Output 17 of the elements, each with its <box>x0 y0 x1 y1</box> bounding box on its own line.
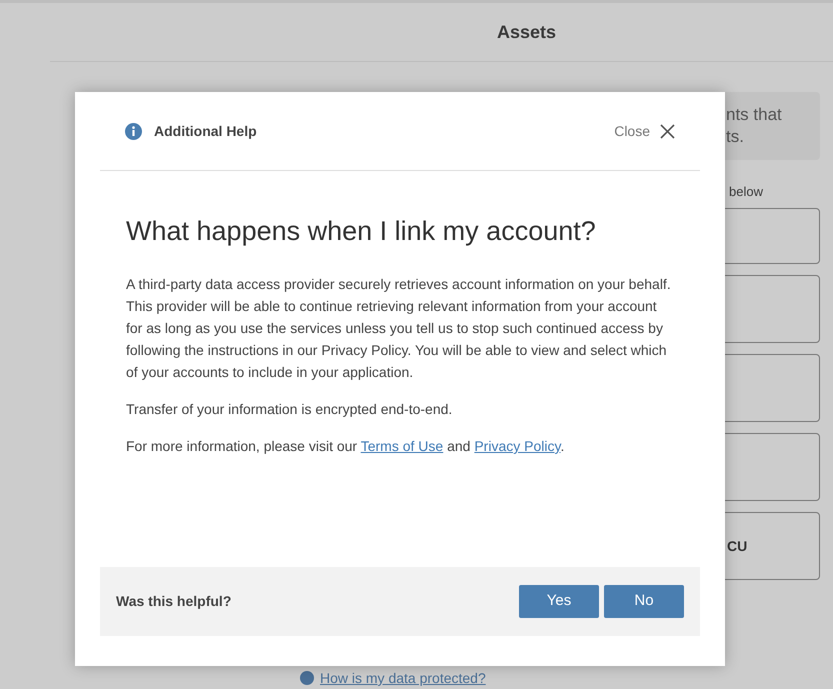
close-icon <box>660 124 675 138</box>
notice-text: nts that <box>726 104 783 126</box>
body-paragraph: For more information, please visit our Terms of Use and Privacy Policy. <box>126 437 566 456</box>
body-paragraph: Transfer of your information is encrypted end-to-end. <box>126 400 454 419</box>
field-label: below <box>729 183 763 202</box>
privacy-link[interactable]: Privacy Policy <box>474 438 560 454</box>
feedback-question: Was this helpful? <box>116 592 232 611</box>
dialog-heading: What happens when I link my account? <box>126 215 597 248</box>
page-title: Assets <box>496 20 556 44</box>
feedback-button[interactable]: Yes <box>519 585 599 618</box>
terms-link[interactable]: Terms of Use <box>360 438 444 454</box>
feedback-button[interactable]: No <box>604 585 684 618</box>
notice-text: ts. <box>726 126 745 148</box>
dialog-title: Additional Help <box>154 122 257 141</box>
close-button[interactable]: Close <box>614 120 675 142</box>
body-paragraph: A third-party data access provider securely retrieves account information on your behalf. This provider will be able to continue retrieving relevant information from your account for as long as you use the services unless you tell us to stop such continued access by following the instructions in our Privacy Policy. You will be able to view and select which of your accounts to include in your application. <box>126 275 672 382</box>
help-link[interactable]: How is my data protected? <box>320 669 486 687</box>
